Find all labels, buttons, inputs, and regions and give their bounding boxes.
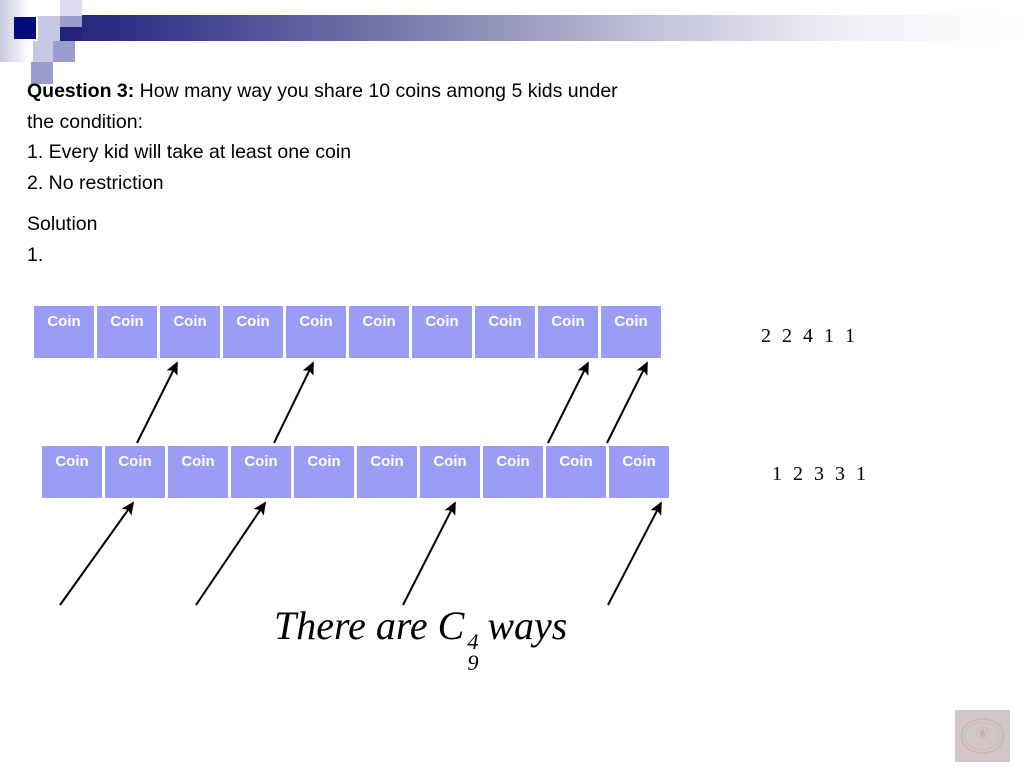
coin-cell[interactable]: Coin xyxy=(357,446,417,498)
coin-row-bottom: Coin Coin Coin Coin Coin Coin Coin Coin … xyxy=(42,446,669,498)
solution-block: Solution 1. xyxy=(27,209,97,271)
coin-cell[interactable]: Coin xyxy=(483,446,543,498)
top-decoration-banner xyxy=(0,0,1024,84)
banner-square-light-2 xyxy=(33,41,53,62)
coin-cell[interactable]: Coin xyxy=(231,446,291,498)
logo-icon xyxy=(960,718,1005,754)
combination-subscript: 9 xyxy=(467,649,479,675)
question-line-4: 2. No restriction xyxy=(27,171,164,194)
coin-cell[interactable]: Coin xyxy=(105,446,165,498)
divider-arrow-low-2 xyxy=(195,501,267,606)
banner-gradient-bar xyxy=(60,15,1024,41)
partition-label-top: 2 2 4 1 1 xyxy=(761,325,858,347)
coin-cell[interactable]: Coin xyxy=(223,306,283,358)
conclusion-suffix: ways xyxy=(487,603,568,648)
coin-cell[interactable]: Coin xyxy=(546,446,606,498)
divider-arrow-up-1 xyxy=(136,361,178,444)
coin-cell[interactable]: Coin xyxy=(168,446,228,498)
divider-arrow-up-2 xyxy=(273,361,314,444)
divider-arrow-up-3 xyxy=(547,361,589,444)
coin-row-top: Coin Coin Coin Coin Coin Coin Coin Coin … xyxy=(34,306,661,358)
divider-arrow-up-4 xyxy=(606,361,648,444)
conclusion-prefix: There are C xyxy=(274,603,465,648)
solution-item-number: 1. xyxy=(27,244,44,266)
math-circle-logo-watermark xyxy=(955,710,1010,762)
banner-square-pale-1 xyxy=(60,0,82,16)
banner-square-light-1 xyxy=(38,16,60,41)
coin-cell[interactable]: Coin xyxy=(42,446,102,498)
banner-square-navy-2 xyxy=(60,27,82,41)
coin-cell[interactable]: Coin xyxy=(160,306,220,358)
question-line-3: 1. Every kid will take at least one coin xyxy=(27,141,352,163)
question-label: Question 3: xyxy=(27,80,135,102)
question-line-2: the condition: xyxy=(27,110,144,133)
partition-label-bottom: 1 2 3 3 1 xyxy=(772,463,869,485)
coin-cell[interactable]: Coin xyxy=(420,446,480,498)
coin-cell[interactable]: Coin xyxy=(349,306,409,358)
coin-cell[interactable]: Coin xyxy=(609,446,669,498)
coin-cell[interactable]: Coin xyxy=(286,306,346,358)
question-text-block: Question 3: How many way you share 10 co… xyxy=(27,76,857,198)
question-line-1: Question 3: How many way you share 10 co… xyxy=(27,76,857,107)
coin-cell[interactable]: Coin xyxy=(97,306,157,358)
coin-cell[interactable]: Coin xyxy=(601,306,661,358)
question-line-1-text: How many way you share 10 coins among 5 … xyxy=(134,80,618,102)
solution-heading: Solution xyxy=(27,213,98,235)
conclusion-formula: There are C 4 9 ways xyxy=(274,602,568,675)
divider-arrow-low-3 xyxy=(402,501,456,606)
banner-square-navy xyxy=(14,17,36,39)
banner-square-mid-2 xyxy=(53,41,75,62)
divider-arrow-low-4 xyxy=(607,501,662,606)
coin-cell[interactable]: Coin xyxy=(294,446,354,498)
divider-arrow-low-1 xyxy=(59,501,135,606)
coin-cell[interactable]: Coin xyxy=(475,306,535,358)
coin-cell[interactable]: Coin xyxy=(412,306,472,358)
coin-cell[interactable]: Coin xyxy=(538,306,598,358)
coin-cell[interactable]: Coin xyxy=(34,306,94,358)
